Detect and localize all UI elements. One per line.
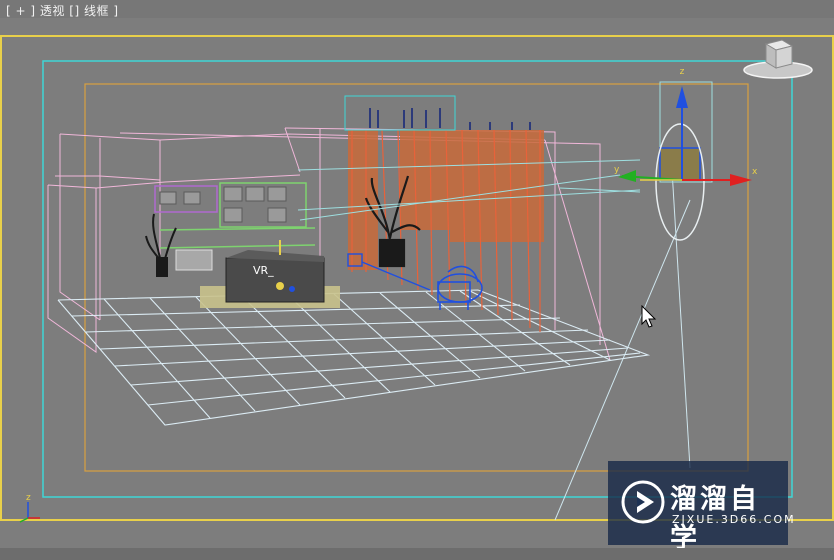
play-logo-icon — [621, 480, 665, 524]
camera-cone-line — [671, 169, 691, 469]
perspective-viewport[interactable]: [ + ] 透视 [] 线框 ] VR_ z x y z 溜溜自学 ZIXUE.… — [0, 0, 834, 560]
active-viewport-frame — [0, 35, 834, 521]
bottom-strip — [0, 548, 834, 560]
mouse-cursor-icon — [641, 305, 657, 328]
plant-left[interactable] — [145, 213, 177, 277]
gizmo-y-label: y — [614, 165, 620, 175]
watermark-url: ZIXUE.3D66.COM — [672, 513, 796, 526]
vr-object-label: VR_ — [253, 264, 274, 277]
gizmo-z-label: z — [680, 67, 685, 77]
tripod-z-label: z — [26, 493, 31, 503]
gizmo-x-label: x — [752, 167, 758, 177]
watermark-badge: 溜溜自学 ZIXUE.3D66.COM — [608, 461, 794, 554]
chair-blue[interactable] — [437, 265, 483, 310]
viewcube-icon[interactable] — [742, 36, 814, 82]
floor-grid — [57, 289, 651, 426]
